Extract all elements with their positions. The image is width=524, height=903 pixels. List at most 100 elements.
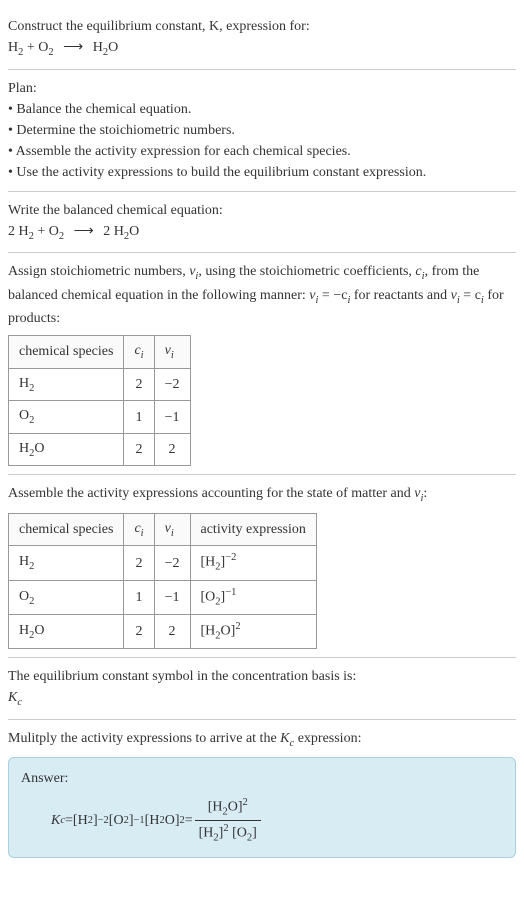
term3-base: [H [145, 810, 160, 831]
ae-sup: −2 [225, 552, 236, 563]
cell-ci: 1 [124, 401, 154, 434]
fraction: [H2O]2 [H2]2 [O2] [195, 795, 261, 846]
cell-activity: [H2O]2 [190, 614, 316, 648]
k-sub: c [17, 697, 22, 708]
cell-nui: −2 [154, 368, 190, 401]
ci-sub: i [141, 528, 144, 539]
cell-nui: −1 [154, 401, 190, 434]
term2-base: [O [109, 810, 124, 831]
stoich-text: Assign stoichiometric numbers, [8, 264, 189, 279]
prompt-text: Construct the equilibrium constant, K, e… [8, 16, 516, 37]
multiply-text: expression: [294, 731, 361, 746]
fraction-numerator: [H2O]2 [195, 795, 261, 821]
prompt-section: Construct the equilibrium constant, K, e… [8, 8, 516, 70]
sp-sub: 2 [29, 383, 34, 394]
multiply-text: Mulitply the activity expressions to arr… [8, 731, 280, 746]
ae-base: [O [201, 589, 216, 604]
k-symbol: K [8, 690, 17, 705]
table-row: O2 1 −1 [O2]−1 [9, 580, 317, 614]
eq-o-sub: 2 [48, 47, 53, 58]
ae-sup: 2 [235, 621, 240, 632]
symbol-section: The equilibrium constant symbol in the c… [8, 658, 516, 720]
term1-sup: −2 [98, 813, 109, 829]
ae-base: [H [201, 624, 216, 639]
plan-heading: Plan: [8, 78, 516, 99]
term2-sup: −1 [134, 813, 145, 829]
sp-sub: 2 [29, 561, 34, 572]
eq-text: = c [460, 288, 481, 303]
stoich-table: chemical species ci νi H2 2 −2 O2 1 −1 H… [8, 335, 191, 466]
den1-base: [H [199, 826, 214, 841]
den2-suffix: ] [252, 826, 257, 841]
header-species: chemical species [9, 336, 124, 369]
eq-h2o-h: H [93, 40, 103, 55]
cell-nui: −2 [154, 546, 190, 580]
cell-ci: 1 [124, 580, 154, 614]
term3-suffix: O] [165, 810, 180, 831]
answer-section: Mulitply the activity expressions to arr… [8, 720, 516, 866]
activity-text: : [423, 486, 427, 501]
table-header-row: chemical species ci νi activity expressi… [9, 513, 317, 546]
plan-section: Plan: Balance the chemical equation. Det… [8, 70, 516, 192]
activity-heading: Assemble the activity expressions accoun… [8, 483, 516, 507]
plan-item: Determine the stoichiometric numbers. [8, 120, 516, 141]
balanced-section: Write the balanced chemical equation: 2 … [8, 192, 516, 254]
sp-sub: 2 [29, 415, 34, 426]
cell-species: H2 [9, 546, 124, 580]
sp-base: H [19, 441, 29, 456]
table-row: H2 2 −2 [9, 368, 191, 401]
unbalanced-equation: H2 + O2 ⟶ H2O [8, 37, 516, 61]
answer-box: Answer: Kc = [H2]−2 [O2]−1 [H2O]2 = [H2O… [8, 757, 516, 857]
cell-nui: −1 [154, 580, 190, 614]
ae-base: [H [201, 555, 216, 570]
cell-species: H2O [9, 614, 124, 648]
eq-h: H [8, 40, 18, 55]
equals-sign: = [185, 810, 193, 831]
bal-2h2o-h: 2 H [103, 224, 124, 239]
table-row: H2 2 −2 [H2]−2 [9, 546, 317, 580]
plan-item: Assemble the activity expression for eac… [8, 141, 516, 162]
table-row: H2O 2 2 [H2O]2 [9, 614, 317, 648]
header-ci: ci [124, 336, 154, 369]
bal-2h: 2 H [8, 224, 29, 239]
cell-activity: [H2]−2 [190, 546, 316, 580]
sp-base: O [19, 589, 29, 604]
cell-species: H2 [9, 368, 124, 401]
plan-item: Balance the chemical equation. [8, 99, 516, 120]
sp-suffix: O [34, 441, 44, 456]
balanced-equation: 2 H2 + O2 ⟶ 2 H2O [8, 221, 516, 245]
eq-h2o-o: O [108, 40, 118, 55]
eq-text: = −c [318, 288, 347, 303]
sp-base: H [19, 376, 29, 391]
stoich-text: , using the stoichiometric coefficients, [198, 264, 415, 279]
activity-section: Assemble the activity expressions accoun… [8, 475, 516, 658]
kc-symbol: K [51, 810, 60, 831]
num-sup: 2 [243, 797, 248, 808]
equals-sign: = [65, 810, 73, 831]
bal-o-sub: 2 [59, 230, 64, 241]
header-species: chemical species [9, 513, 124, 546]
sp-base: O [19, 408, 29, 423]
sp-sub: 2 [29, 595, 34, 606]
cell-ci: 2 [124, 368, 154, 401]
sp-base: H [19, 623, 29, 638]
header-nui: νi [154, 336, 190, 369]
cell-activity: [O2]−1 [190, 580, 316, 614]
eq-plus-o: + O [23, 40, 48, 55]
cell-species: O2 [9, 401, 124, 434]
den2-base: [O [229, 826, 247, 841]
symbol-value: Kc [8, 687, 516, 711]
cell-nui: 2 [154, 614, 190, 648]
multiply-heading: Mulitply the activity expressions to arr… [8, 728, 516, 752]
ci-sub: i [141, 350, 144, 361]
cell-ci: 2 [124, 546, 154, 580]
sp-base: H [19, 554, 29, 569]
activity-table: chemical species ci νi activity expressi… [8, 513, 317, 649]
cell-ci: 2 [124, 433, 154, 466]
table-row: H2O 2 2 [9, 433, 191, 466]
table-row: O2 1 −1 [9, 401, 191, 434]
arrow-icon: ⟶ [74, 221, 94, 242]
plan-list: Balance the chemical equation. Determine… [8, 99, 516, 183]
cell-species: H2O [9, 433, 124, 466]
nui-sub: i [171, 350, 174, 361]
